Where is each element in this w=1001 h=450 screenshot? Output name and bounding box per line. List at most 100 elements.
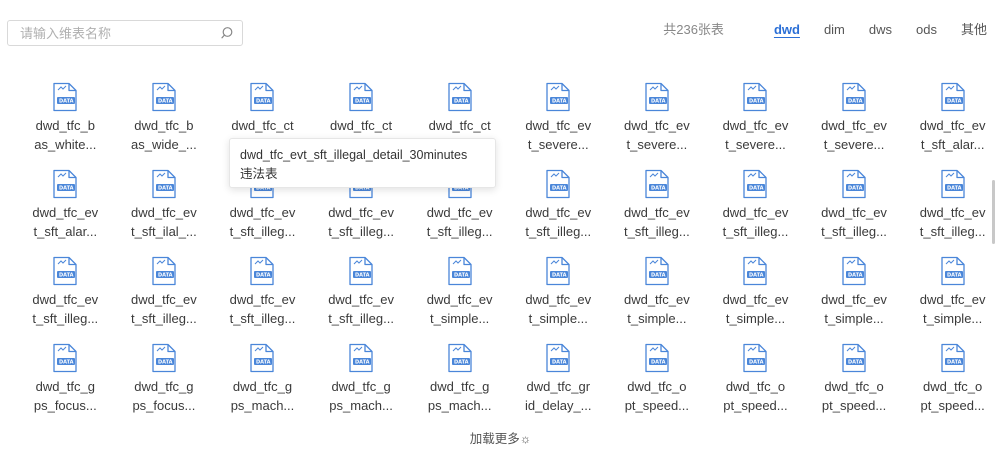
tab-其他[interactable]: 其他 [961,22,987,37]
svg-text:DATA: DATA [256,273,271,279]
table-item-name-line2: t_sft_illeg... [229,224,296,239]
search-box[interactable] [7,20,243,46]
table-item-name-line1: dwd_tfc_g [331,379,391,394]
data-file-icon: DATA [643,169,671,199]
table-item-name-line1: dwd_tfc_gr [526,379,591,394]
table-item-name-line2: t_sft_alar... [920,137,985,152]
svg-text:DATA: DATA [552,186,567,192]
table-item[interactable]: DATA dwd_tfc_ev t_simple... [706,254,805,341]
table-item-name-line1: dwd_tfc_ev [623,118,690,133]
table-item-name: dwd_tfc_ev t_simple... [914,290,992,328]
data-file-icon: DATA [741,343,769,373]
table-item[interactable]: DATA dwd_tfc_ev t_simple... [903,254,1001,341]
table-item[interactable]: DATA dwd_tfc_ev t_severe... [706,80,805,167]
table-item[interactable]: DATA dwd_tfc_ev t_simple... [608,254,707,341]
table-item[interactable]: DATA dwd_tfc_ev t_sft_illeg... [16,254,115,341]
scrollbar[interactable] [992,180,995,244]
table-item[interactable]: DATA dwd_tfc_ev t_sft_ilal_... [115,167,214,254]
table-item[interactable]: DATA dwd_tfc_ev t_sft_illeg... [903,167,1001,254]
data-file-icon: DATA [248,343,276,373]
table-item[interactable]: DATA dwd_tfc_g ps_mach... [312,341,411,428]
tab-ods[interactable]: ods [916,22,937,37]
table-tooltip: dwd_tfc_evt_sft_illegal_detail_30minutes… [229,138,496,188]
svg-text:DATA: DATA [355,273,370,279]
table-item[interactable]: DATA dwd_tfc_ev t_sft_illeg... [213,254,312,341]
load-more-row: 加载更多☼ [0,428,1001,447]
data-file-icon: DATA [347,82,375,112]
search-icon[interactable] [220,26,234,40]
tab-dwd[interactable]: dwd [774,22,800,37]
search-input[interactable] [18,24,220,42]
table-item[interactable]: DATA dwd_tfc_ev t_sft_illeg... [115,254,214,341]
table-item[interactable]: DATA dwd_tfc_ev t_sft_alar... [903,80,1001,167]
table-item-name-line2: t_simple... [725,311,786,326]
table-item-name: dwd_tfc_ev t_sft_illeg... [618,203,696,241]
table-item-name-line2: ps_mach... [427,398,492,413]
table-item-name-line1: dwd_tfc_ev [426,292,493,307]
data-file-icon: DATA [643,256,671,286]
table-item[interactable]: DATA dwd_tfc_ev t_sft_illeg... [509,167,608,254]
table-item[interactable]: DATA dwd_tfc_ev t_severe... [509,80,608,167]
table-item[interactable]: DATA dwd_tfc_o pt_speed... [608,341,707,428]
table-item[interactable]: DATA dwd_tfc_b as_white... [16,80,115,167]
table-item[interactable]: DATA dwd_tfc_ev t_simple... [805,254,904,341]
table-item[interactable]: DATA dwd_tfc_b as_wide_... [115,80,214,167]
table-item[interactable]: DATA dwd_tfc_g ps_focus... [16,341,115,428]
table-item[interactable]: DATA dwd_tfc_ev t_sft_illeg... [312,254,411,341]
load-more-button[interactable]: 加载更多☼ [470,432,531,446]
table-item-name: dwd_tfc_ev t_severe... [618,116,696,154]
svg-text:DATA: DATA [749,360,764,366]
table-item-name-line1: dwd_tfc_ct [231,118,294,133]
table-item-name-line2: pt_speed... [624,398,690,413]
table-item-name-line2: t_simple... [824,311,884,326]
table-item[interactable]: DATA dwd_tfc_ev t_severe... [608,80,707,167]
svg-text:DATA: DATA [749,186,764,192]
table-item-name: dwd_tfc_o pt_speed... [815,377,893,415]
table-filter-bar: 共236张表 dwd dim dws ods 其他 [663,18,987,38]
table-item-name-line1: dwd_tfc_ev [328,292,394,307]
table-item-name: dwd_tfc_ev t_simple... [618,290,696,328]
table-item-name-line1: dwd_tfc_ev [426,205,493,220]
table-item-name: dwd_tfc_b as_white... [26,116,104,154]
data-file-icon: DATA [741,82,769,112]
data-file-icon: DATA [248,256,276,286]
table-item-name-line2: t_simple... [627,311,687,326]
svg-text:DATA: DATA [158,273,173,279]
table-item[interactable]: DATA dwd_tfc_o pt_speed... [903,341,1001,428]
table-item-name-line2: t_sft_illeg... [328,224,394,239]
svg-text:DATA: DATA [848,99,863,105]
table-item-name-line1: dwd_tfc_g [430,379,490,394]
table-item-name-line2: t_sft_illeg... [722,224,789,239]
table-item-name-line2: ps_focus... [33,398,97,413]
table-item[interactable]: DATA dwd_tfc_ev t_sft_illeg... [805,167,904,254]
table-item-name: dwd_tfc_ev t_sft_alar... [26,203,104,241]
data-file-icon: DATA [51,256,79,286]
table-item[interactable]: DATA dwd_tfc_ev t_simple... [509,254,608,341]
table-item[interactable]: DATA dwd_tfc_g ps_focus... [115,341,214,428]
table-item-name: dwd_tfc_ev t_simple... [519,290,597,328]
table-item-name-line1: dwd_tfc_o [627,379,687,394]
data-file-icon: DATA [51,169,79,199]
table-item[interactable]: DATA dwd_tfc_g ps_mach... [213,341,312,428]
table-item[interactable]: DATA dwd_tfc_gr id_delay_... [509,341,608,428]
data-file-icon: DATA [840,343,868,373]
table-item[interactable]: DATA dwd_tfc_o pt_speed... [706,341,805,428]
tab-dws[interactable]: dws [869,22,892,37]
table-item[interactable]: DATA dwd_tfc_ev t_sft_illeg... [608,167,707,254]
table-item-name: dwd_tfc_o pt_speed... [618,377,696,415]
table-item[interactable]: DATA dwd_tfc_ev t_sft_alar... [16,167,115,254]
table-item[interactable]: DATA dwd_tfc_ev t_severe... [805,80,904,167]
table-item-name-line1: dwd_tfc_g [35,379,95,394]
table-item[interactable]: DATA dwd_tfc_o pt_speed... [805,341,904,428]
table-item-name-line2: t_sft_illeg... [131,311,197,326]
data-file-icon: DATA [840,169,868,199]
table-item-name-line2: pt_speed... [920,398,985,413]
table-item-name-line1: dwd_tfc_ev [722,292,789,307]
tab-dim[interactable]: dim [824,22,845,37]
table-item[interactable]: DATA dwd_tfc_g ps_mach... [410,341,509,428]
table-item[interactable]: DATA dwd_tfc_ev t_sft_illeg... [706,167,805,254]
svg-text:DATA: DATA [651,360,666,366]
svg-text:DATA: DATA [59,360,74,366]
table-item[interactable]: DATA dwd_tfc_ev t_simple... [410,254,509,341]
table-item-name-line1: dwd_tfc_ev [32,292,99,307]
